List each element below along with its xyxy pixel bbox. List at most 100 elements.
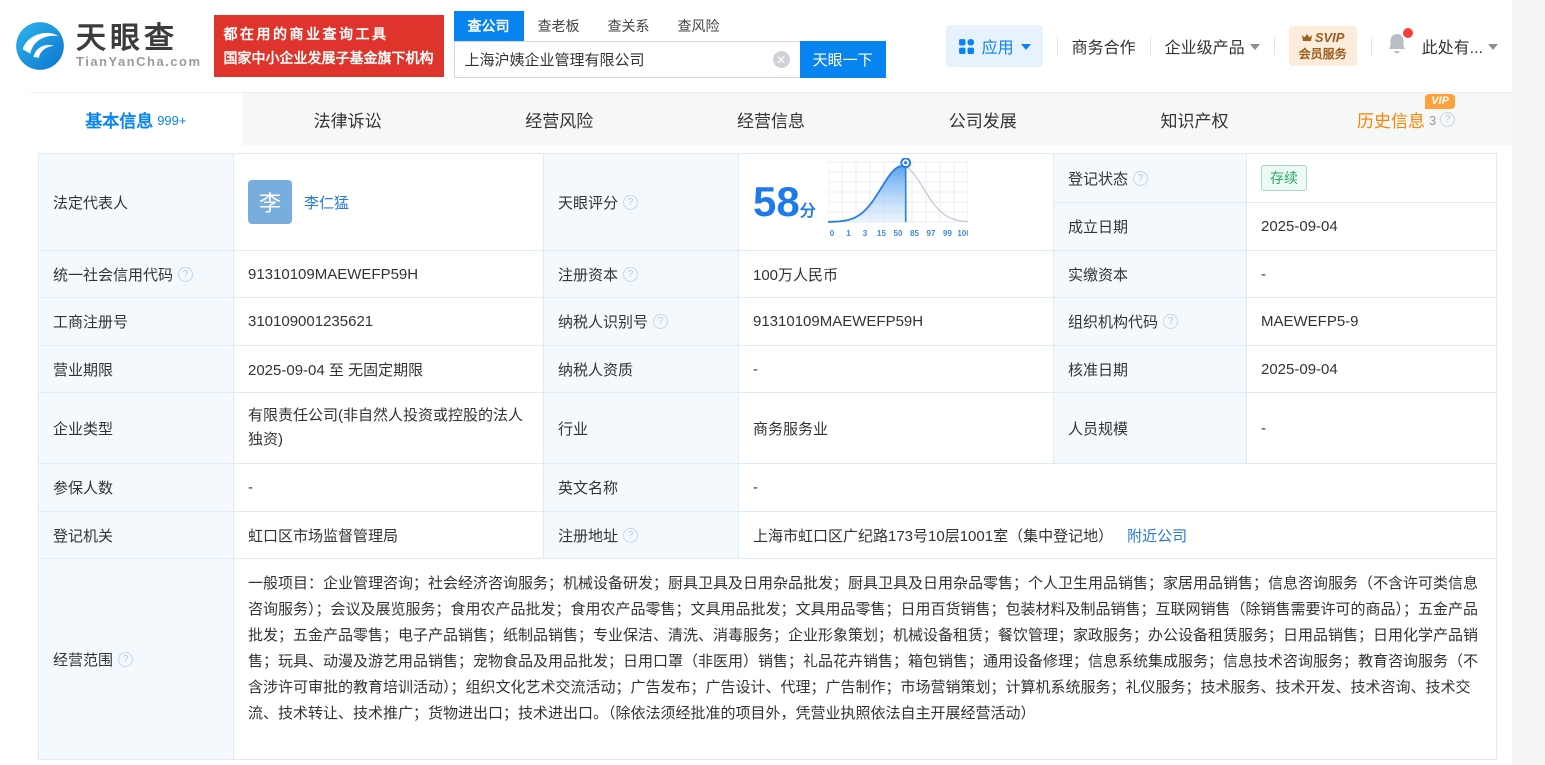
vip-badge: VIP (1425, 94, 1455, 109)
field-value-est-date: 2025-09-04 (1247, 203, 1497, 251)
field-value-reg-capital: 100万人民币 (739, 251, 1054, 298)
svg-text:100: 100 (957, 229, 968, 238)
field-label-reg-capital: 注册资本? (544, 251, 739, 298)
search-input[interactable] (465, 51, 773, 68)
field-value-business-term: 2025-09-04 至 无固定期限 (234, 346, 544, 393)
field-value-company-type: 有限责任公司(非自然人投资或控股的法人独资) (234, 393, 544, 464)
divider (1150, 37, 1151, 55)
field-value-uscc: 91310109MAEWEFP59H (234, 251, 544, 298)
promo-banner: 都在用的商业查询工具 国家中小企业发展子基金旗下机构 (214, 15, 444, 77)
tab-operating-info[interactable]: 经营信息 (665, 93, 877, 145)
field-label-reg-number: 工商注册号 (39, 298, 234, 346)
history-count: 3 (1429, 113, 1436, 128)
field-label-uscc: 统一社会信用代码? (39, 251, 234, 298)
tab-intellectual-property[interactable]: 知识产权 (1089, 93, 1301, 145)
field-value-reg-address: 上海市虹口区广纪路173号10层1001室（集中登记地） 附近公司 (739, 512, 1497, 559)
svg-text:97: 97 (926, 229, 935, 238)
tab-basic-info[interactable]: 基本信息 999+ (30, 93, 242, 145)
logo-subtitle: TianYanCha.com (76, 54, 202, 69)
score-value: 58 (753, 178, 800, 225)
field-label-score: 天眼评分 ? (544, 154, 739, 251)
field-label-est-date: 成立日期 (1054, 203, 1247, 251)
svg-text:1: 1 (846, 229, 851, 238)
search-tab-boss[interactable]: 查老板 (524, 11, 594, 41)
help-icon[interactable]: ? (1440, 112, 1455, 127)
help-icon[interactable]: ? (1133, 171, 1148, 186)
help-icon[interactable]: ? (118, 652, 133, 667)
field-label-approval-date: 核准日期 (1054, 346, 1247, 393)
search-tab-company[interactable]: 查公司 (454, 11, 524, 41)
promo-line2: 国家中小企业发展子基金旗下机构 (224, 48, 434, 68)
basic-info-table: 法定代表人 李 李仁猛 登记状态 ? 存续 天眼评分 ? 58分 (38, 153, 1497, 760)
field-label-reg-authority: 登记机关 (39, 512, 234, 559)
svg-text:15: 15 (877, 229, 886, 238)
field-label-insured: 参保人数 (39, 464, 234, 512)
crown-icon (1301, 33, 1313, 43)
search-tab-relation[interactable]: 查关系 (594, 11, 664, 41)
field-value-industry: 商务服务业 (739, 393, 1054, 464)
field-label-business-scope: 经营范围? (39, 559, 234, 760)
notifications-button[interactable] (1386, 32, 1408, 61)
search-tab-risk[interactable]: 查风险 (664, 11, 734, 41)
help-icon[interactable]: ? (623, 528, 638, 543)
svg-text:50: 50 (893, 229, 902, 238)
field-label-company-type: 企业类型 (39, 393, 234, 464)
field-value-paid-capital: - (1247, 251, 1497, 298)
user-menu[interactable]: 此处有... (1422, 34, 1498, 58)
logo-title: 天眼查 (76, 24, 202, 54)
apps-label: 应用 (982, 34, 1014, 58)
tab-history-info[interactable]: VIP 历史信息 3 ? (1300, 93, 1512, 145)
tab-company-development[interactable]: 公司发展 (877, 93, 1089, 145)
apps-menu[interactable]: 应用 (946, 25, 1043, 67)
tab-legal-litigation[interactable]: 法律诉讼 (242, 93, 454, 145)
svg-text:0: 0 (830, 229, 835, 238)
divider (1057, 37, 1058, 55)
field-label-reg-address: 注册地址? (544, 512, 739, 559)
field-value-insured: - (234, 464, 544, 512)
enterprise-product-menu[interactable]: 企业级产品 (1165, 34, 1260, 58)
divider (1371, 37, 1372, 55)
svip-member-button[interactable]: SVIP 会员服务 (1289, 26, 1357, 66)
legal-rep-link[interactable]: 李仁猛 (304, 192, 349, 213)
field-value-reg-authority: 虹口区市场监督管理局 (234, 512, 544, 559)
field-value-score: 58分 0131550859799100 (739, 154, 1054, 251)
chevron-down-icon (1250, 44, 1260, 50)
search-button[interactable]: 天眼一下 (800, 41, 886, 78)
field-label-english-name: 英文名称 (544, 464, 739, 512)
divider (1274, 37, 1275, 55)
field-value-english-name: - (739, 464, 1497, 512)
nearby-companies-link[interactable]: 附近公司 (1127, 525, 1187, 546)
business-coop-link[interactable]: 商务合作 (1072, 34, 1136, 58)
field-label-industry: 行业 (544, 393, 739, 464)
help-icon[interactable]: ? (623, 195, 638, 210)
svg-text:3: 3 (863, 229, 868, 238)
field-label-staff-size: 人员规模 (1054, 393, 1247, 464)
search-input-wrap: ✕ (454, 41, 800, 78)
field-value-legal-rep: 李 李仁猛 (234, 154, 544, 251)
field-label-reg-status: 登记状态 ? (1054, 154, 1247, 203)
help-icon[interactable]: ? (623, 267, 638, 282)
help-icon[interactable]: ? (653, 314, 668, 329)
clear-search-icon[interactable]: ✕ (773, 51, 790, 68)
svip-label: SVIP (1315, 30, 1345, 45)
section-tabbar: 基本信息 999+ 法律诉讼 经营风险 经营信息 公司发展 知识产权 VIP 历… (30, 92, 1512, 145)
legal-rep-avatar[interactable]: 李 (248, 180, 292, 224)
notification-dot (1403, 28, 1413, 38)
field-label-legal-rep: 法定代表人 (39, 154, 234, 251)
score-curve-svg: 0131550859799100 (828, 158, 968, 246)
tab-operating-risk[interactable]: 经营风险 (453, 93, 665, 145)
svip-sublabel: 会员服务 (1299, 45, 1347, 62)
field-value-approval-date: 2025-09-04 (1247, 346, 1497, 393)
tianyancha-logo[interactable]: 天眼查 TianYanCha.com (14, 20, 202, 72)
field-value-taxpayer-quality: - (739, 346, 1054, 393)
help-icon[interactable]: ? (178, 267, 193, 282)
search-tabs: 查公司 查老板 查关系 查风险 (454, 14, 886, 41)
help-icon[interactable]: ? (1163, 314, 1178, 329)
field-value-taxpayer-id: 91310109MAEWEFP59H (739, 298, 1054, 346)
field-value-reg-number: 310109001235621 (234, 298, 544, 346)
tianyancha-logo-icon (14, 20, 66, 72)
header: 天眼查 TianYanCha.com 都在用的商业查询工具 国家中小企业发展子基… (0, 0, 1512, 92)
field-value-staff-size: - (1247, 393, 1497, 464)
chevron-down-icon (1488, 44, 1498, 50)
field-value-org-code: MAEWEFP5-9 (1247, 298, 1497, 346)
